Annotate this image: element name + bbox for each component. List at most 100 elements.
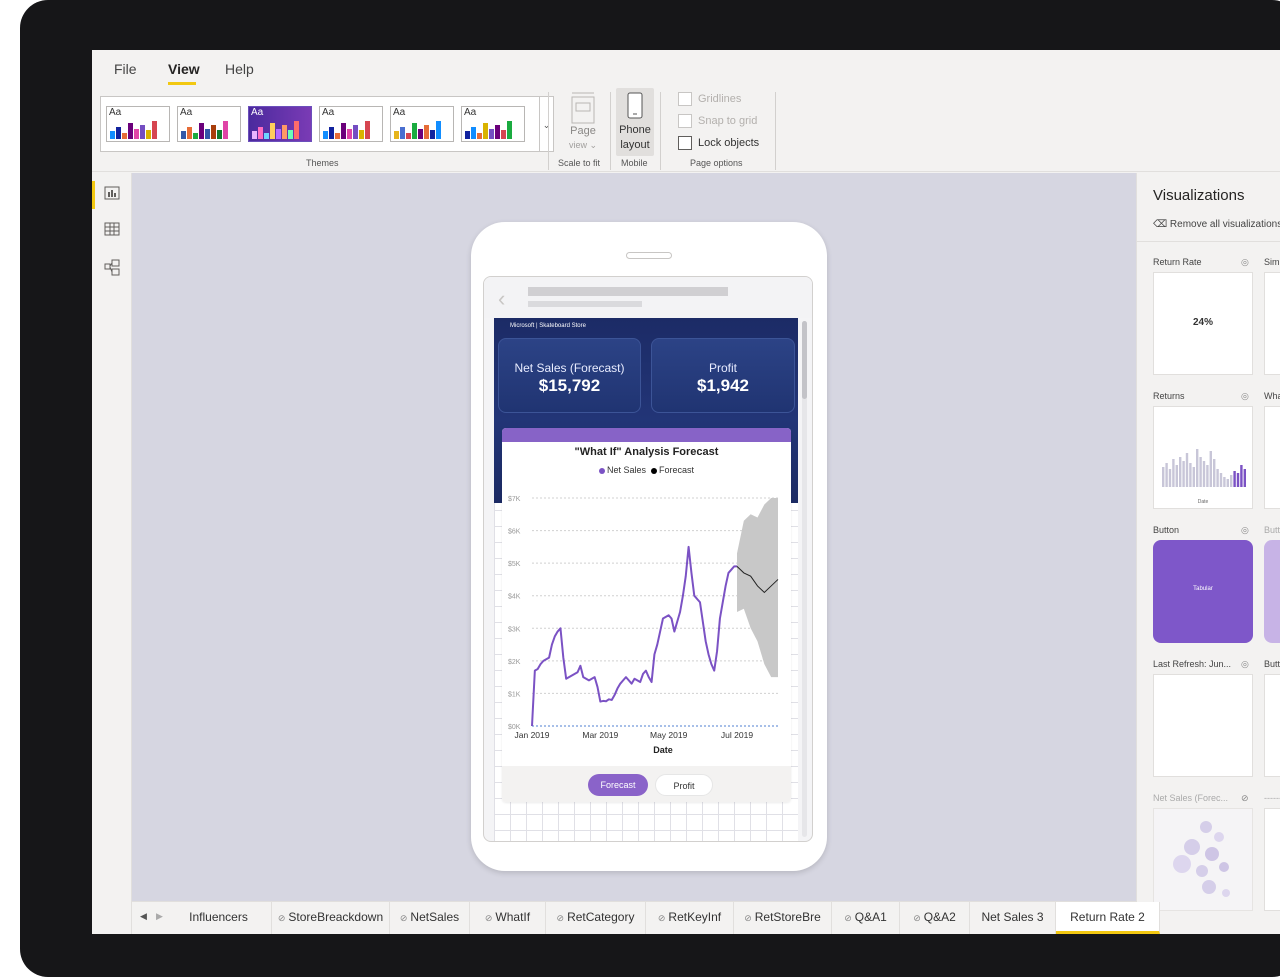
net-sales-card[interactable]: Net Sales (Forecast) $15,792 — [498, 338, 641, 413]
phone-scrollbar-thumb[interactable] — [802, 321, 807, 399]
viz-label-return-rate: Return Rate — [1153, 257, 1202, 267]
theme-color-bar — [489, 129, 494, 139]
lock-objects-checkbox[interactable] — [678, 136, 692, 150]
page-tab[interactable]: ⊘ WhatIf — [470, 902, 546, 934]
page-tab[interactable]: Net Sales 3 — [970, 902, 1056, 934]
theme-color-bar — [507, 121, 512, 139]
remove-all-visualizations-button[interactable]: ⌫ Remove all visualizations — [1153, 219, 1280, 230]
viz-tile-b[interactable] — [1264, 808, 1280, 911]
page-view-button[interactable]: Page view ⌄ — [562, 88, 604, 156]
theme-color-bar — [430, 130, 435, 139]
y-tick-label: $1K — [508, 691, 521, 698]
theme-aa-text: Aa — [251, 107, 264, 118]
viz-tile-map[interactable] — [1153, 808, 1253, 911]
themes-expand-button[interactable]: ⌄ — [540, 96, 554, 152]
viz-label-b: ---------B — [1264, 793, 1280, 803]
eye-hidden-icon[interactable]: ⊘ — [1241, 793, 1249, 804]
theme-aa-text: Aa — [180, 107, 193, 118]
page-tab[interactable]: Return Rate 2 — [1056, 902, 1160, 934]
what-if-chart-visual[interactable]: "What If" Analysis Forecast Net Sales Fo… — [502, 428, 791, 802]
returns-mini-bar — [1236, 473, 1240, 487]
back-chevron-icon[interactable]: ‹ — [498, 286, 505, 312]
viz-tile-returns[interactable]: Date — [1153, 406, 1253, 509]
page-tab[interactable]: ⊘ StoreBreackdown — [272, 902, 390, 934]
viz-tile-button-tabular[interactable]: Tabular — [1153, 540, 1253, 643]
returns-mini-bar — [1219, 473, 1223, 487]
returns-mini-bar — [1185, 453, 1189, 487]
theme-aa-text: Aa — [322, 107, 335, 118]
profit-card[interactable]: Profit $1,942 — [651, 338, 795, 413]
page-tab-label: Q&A1 — [854, 910, 887, 924]
viz-tile-return-rate[interactable]: 24% — [1153, 272, 1253, 375]
page-tab[interactable]: ⊘ Q&A2 — [900, 902, 970, 934]
page-tab[interactable]: ⊘ RetKeyInf — [646, 902, 734, 934]
returns-mini-bar — [1165, 463, 1168, 487]
page-options-group-label: Page options — [690, 158, 743, 168]
tab-scroll-left-icon[interactable]: ◀ — [140, 911, 147, 922]
chart-header-bar — [502, 428, 791, 442]
page-tab[interactable]: ⊘ RetCategory — [546, 902, 646, 934]
return-rate-value: 24% — [1192, 317, 1213, 328]
hidden-page-icon: ⊘ — [657, 913, 666, 923]
menu-view[interactable]: View — [168, 61, 200, 77]
ribbon-divider — [660, 92, 661, 170]
eye-icon[interactable]: ◎ — [1241, 659, 1249, 670]
eye-icon[interactable]: ◎ — [1241, 525, 1249, 536]
theme-color-bar — [252, 131, 257, 139]
returns-mini-bar — [1209, 451, 1212, 487]
hidden-page-icon: ⊘ — [744, 913, 752, 923]
forecast-button[interactable]: Forecast — [588, 774, 648, 796]
theme-color-bar — [418, 129, 423, 139]
data-view-icon[interactable] — [104, 221, 120, 237]
theme-color-bar — [152, 121, 157, 139]
themes-gallery: Aa Aa Aa Aa Aa Aa — [100, 96, 540, 152]
theme-swatch[interactable]: Aa — [177, 106, 241, 142]
page-tab[interactable]: ⊘ NetSales — [390, 902, 470, 934]
theme-color-bar — [471, 127, 476, 139]
viz-label-returns: Returns — [1153, 391, 1185, 401]
viz-label-button: Button — [1153, 525, 1180, 535]
viz-label-simple: Simple I — [1264, 257, 1280, 267]
eye-icon[interactable]: ◎ — [1241, 391, 1249, 402]
theme-color-bar — [140, 125, 145, 139]
tab-scroll-right-icon[interactable]: ▶ — [156, 911, 163, 922]
eye-icon[interactable]: ◎ — [1241, 257, 1249, 268]
snap-to-grid-checkbox[interactable] — [678, 114, 692, 128]
viz-tile-button-3[interactable] — [1264, 674, 1280, 777]
page-tab[interactable]: ⊘ Q&A1 — [832, 902, 900, 934]
x-tick-label: Jul 2019 — [721, 730, 753, 740]
viz-tile-simple[interactable] — [1264, 272, 1280, 375]
phone-layout-label-2: layout — [620, 139, 650, 151]
theme-swatch[interactable]: Aa — [106, 106, 170, 142]
phone-frame: ‹ Microsoft | Skateboard Store Net Sales… — [471, 222, 827, 871]
menu-file[interactable]: File — [114, 61, 137, 77]
net-sales-line — [531, 545, 737, 727]
viz-tile-what-if[interactable] — [1264, 406, 1280, 509]
theme-swatch[interactable]: Aa — [248, 106, 312, 142]
theme-color-bar — [258, 127, 263, 139]
report-view-icon[interactable] — [104, 185, 120, 201]
page-tab[interactable]: Influencers — [166, 902, 272, 934]
theme-color-bar — [341, 123, 346, 139]
page-tab-label: Net Sales 3 — [981, 910, 1044, 924]
profit-button[interactable]: Profit — [655, 774, 713, 796]
viz-tile-last-refresh[interactable] — [1153, 674, 1253, 777]
phone-layout-button[interactable]: Phone layout — [616, 88, 654, 156]
menu-help[interactable]: Help — [225, 61, 254, 77]
y-tick-label: $6K — [508, 529, 521, 536]
model-view-icon[interactable] — [104, 259, 120, 277]
viz-tile-button-2[interactable] — [1264, 540, 1280, 643]
returns-mini-bar — [1162, 467, 1165, 487]
theme-swatch[interactable]: Aa — [461, 106, 525, 142]
x-axis-label: Date — [653, 745, 673, 755]
theme-swatch[interactable]: Aa — [319, 106, 383, 142]
x-tick-label: Mar 2019 — [582, 730, 618, 740]
gridlines-checkbox[interactable] — [678, 92, 692, 106]
page-tab[interactable]: ⊘ RetStoreBre — [734, 902, 832, 934]
theme-swatch[interactable]: Aa — [390, 106, 454, 142]
returns-mini-bar — [1199, 457, 1202, 487]
page-tab-label: StoreBreackdown — [288, 910, 384, 924]
hidden-page-icon: ⊘ — [844, 913, 852, 923]
lock-objects-label: Lock objects — [698, 137, 760, 149]
card-title: Net Sales (Forecast) — [514, 361, 625, 375]
